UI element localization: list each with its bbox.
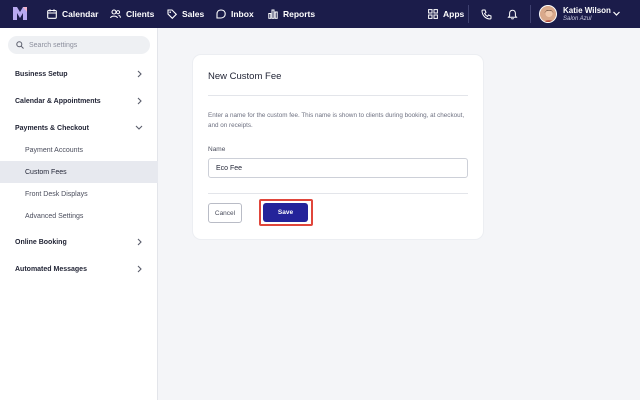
user-avatar[interactable]: [539, 5, 557, 23]
clients-icon: [110, 9, 121, 19]
nav-inbox-label: Inbox: [231, 9, 254, 19]
name-field-label: Name: [208, 146, 226, 153]
fee-name-input[interactable]: [208, 158, 468, 178]
search-placeholder: Search settings: [29, 41, 78, 49]
bell-icon: [506, 9, 518, 19]
nav-calendar-label: Calendar: [62, 9, 99, 19]
tag-icon: [167, 9, 177, 19]
sidebar-item-advanced-settings[interactable]: Advanced Settings: [0, 205, 158, 227]
nav-apps[interactable]: Apps: [428, 0, 464, 28]
chevron-down-icon[interactable]: [612, 9, 621, 18]
sidebar-item-label: Custom Fees: [25, 168, 67, 176]
sidebar-section-label: Calendar & Appointments: [15, 97, 101, 105]
sidebar-section-calendar-appointments[interactable]: Calendar & Appointments: [0, 89, 158, 113]
phone-button[interactable]: [479, 7, 493, 21]
bar-chart-icon: [268, 9, 278, 19]
chevron-right-icon: [137, 238, 142, 246]
user-name[interactable]: Katie Wilson: [563, 6, 611, 15]
calendar-icon: [47, 9, 57, 19]
custom-fee-card: New Custom Fee Enter a name for the cust…: [193, 55, 483, 239]
nav-reports-label: Reports: [283, 9, 316, 19]
nav-sales-label: Sales: [182, 9, 205, 19]
settings-sidebar: Search settings Business Setup Calendar …: [0, 28, 158, 400]
search-icon: [16, 41, 24, 49]
nav-clients-label: Clients: [126, 9, 155, 19]
sidebar-item-label: Front Desk Displays: [25, 190, 88, 198]
sidebar-section-online-booking[interactable]: Online Booking: [0, 230, 158, 254]
inbox-icon: [216, 9, 226, 19]
chevron-right-icon: [137, 70, 142, 78]
sidebar-item-payment-accounts[interactable]: Payment Accounts: [0, 139, 158, 161]
nav-apps-label: Apps: [443, 9, 465, 19]
sidebar-section-label: Business Setup: [15, 70, 68, 78]
nav-inbox[interactable]: Inbox: [216, 0, 254, 28]
search-settings-input[interactable]: Search settings: [8, 36, 150, 54]
sidebar-item-custom-fees[interactable]: Custom Fees: [0, 161, 158, 183]
nav-reports[interactable]: Reports: [268, 0, 315, 28]
chevron-down-icon: [135, 125, 143, 130]
sidebar-item-label: Advanced Settings: [25, 212, 84, 220]
top-nav: Calendar Clients Sales Inbox Reports App…: [0, 0, 640, 28]
sidebar-section-payments-checkout[interactable]: Payments & Checkout: [0, 116, 158, 140]
sidebar-item-front-desk-displays[interactable]: Front Desk Displays: [0, 183, 158, 205]
fee-description: Enter a name for the custom fee. This na…: [208, 112, 465, 129]
sidebar-section-business-setup[interactable]: Business Setup: [0, 62, 158, 86]
nav-clients[interactable]: Clients: [110, 0, 154, 28]
phone-icon: [480, 9, 491, 20]
user-location: Salon Azul: [563, 16, 592, 22]
save-button[interactable]: Save: [263, 203, 308, 222]
card-title: New Custom Fee: [208, 71, 282, 82]
notifications-button[interactable]: [505, 7, 519, 21]
apps-grid-icon: [428, 9, 438, 19]
divider: [208, 193, 468, 194]
nav-divider: [468, 5, 469, 23]
nav-calendar[interactable]: Calendar: [47, 0, 98, 28]
sidebar-section-label: Online Booking: [15, 238, 67, 246]
sidebar-section-label: Automated Messages: [15, 265, 87, 273]
chevron-right-icon: [137, 265, 142, 273]
nav-sales[interactable]: Sales: [167, 0, 204, 28]
sidebar-section-label: Payments & Checkout: [15, 124, 89, 132]
sidebar-item-label: Payment Accounts: [25, 146, 83, 154]
sidebar-section-automated-messages[interactable]: Automated Messages: [0, 257, 158, 281]
cancel-button[interactable]: Cancel: [208, 203, 242, 223]
divider: [208, 95, 468, 96]
nav-divider: [530, 5, 531, 23]
chevron-right-icon: [137, 97, 142, 105]
app-logo[interactable]: [13, 7, 27, 20]
